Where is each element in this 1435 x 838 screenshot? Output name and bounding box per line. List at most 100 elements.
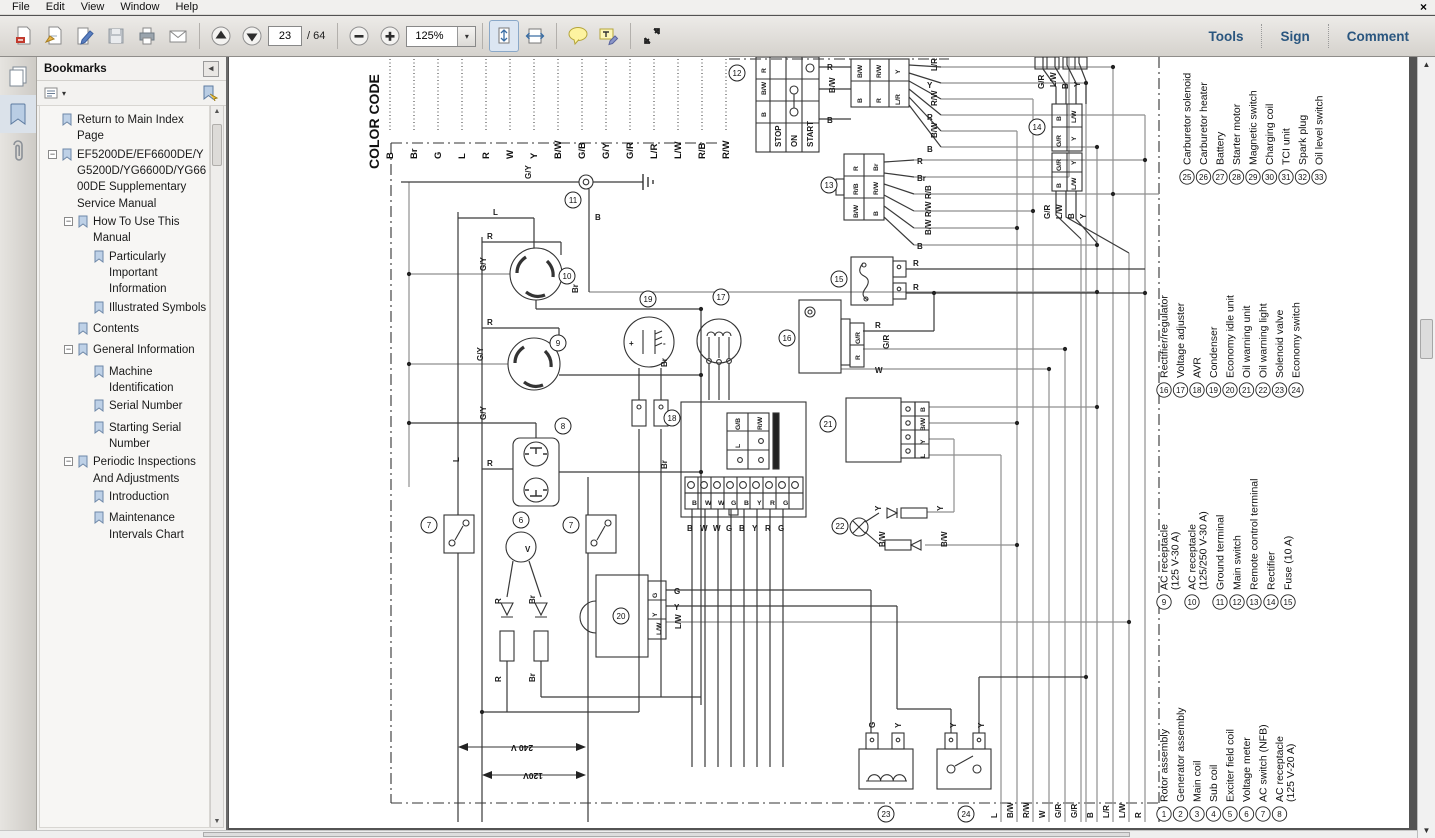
svg-text:B: B bbox=[687, 524, 693, 533]
svg-text:R/W: R/W bbox=[873, 181, 880, 195]
bookmark-options-button[interactable]: ▾ bbox=[44, 86, 66, 100]
bookmark-item[interactable]: − EF5200DE/EF6600DE/YG5200D/YG6600D/YG660… bbox=[40, 147, 209, 212]
bookmark-tree-scrollbar[interactable]: ▲ ▼ bbox=[210, 105, 224, 828]
bookmark-icon bbox=[61, 113, 73, 131]
bookmark-item[interactable]: Maintenance Intervals Chart bbox=[40, 510, 209, 543]
document-area: COLOR CODE B Br G L R W Y B/W G/B G/Y G/R L/R L/W R/B R… bbox=[229, 57, 1417, 830]
svg-text:R/B: R/B bbox=[924, 185, 933, 199]
svg-text:R/B: R/B bbox=[853, 183, 860, 195]
fullscreen-button[interactable] bbox=[637, 20, 667, 52]
expander-icon[interactable]: − bbox=[64, 457, 73, 467]
bookmark-item[interactable]: − How To Use This Manual bbox=[40, 214, 209, 247]
menu-view[interactable]: View bbox=[73, 1, 113, 13]
svg-text:Fuse (10 A): Fuse (10 A) bbox=[1283, 536, 1295, 590]
scrollbar-thumb[interactable] bbox=[1420, 319, 1433, 359]
svg-text:240 V: 240 V bbox=[511, 743, 534, 753]
svg-text:6: 6 bbox=[1244, 810, 1249, 819]
bookmark-label: Introduction bbox=[109, 490, 170, 503]
comment-button[interactable]: Comment bbox=[1327, 24, 1427, 48]
text-annotation-button[interactable] bbox=[594, 20, 624, 52]
save-button[interactable] bbox=[101, 20, 131, 52]
svg-text:Oil level switch: Oil level switch bbox=[1314, 95, 1326, 165]
zoom-level-control[interactable]: 125% ▾ bbox=[406, 25, 477, 47]
sign-button[interactable]: Sign bbox=[1261, 24, 1327, 48]
svg-text:Y: Y bbox=[1073, 81, 1082, 87]
bookmark-item[interactable]: Starting Serial Number bbox=[40, 420, 209, 453]
svg-text:Voltage meter: Voltage meter bbox=[1241, 737, 1253, 802]
svg-text:7: 7 bbox=[427, 521, 432, 530]
menu-file[interactable]: File bbox=[4, 1, 38, 13]
svg-text:R: R bbox=[494, 676, 503, 682]
previous-page-button[interactable] bbox=[206, 20, 236, 52]
svg-text:B: B bbox=[1086, 812, 1095, 818]
svg-text:G/R: G/R bbox=[1056, 159, 1063, 171]
svg-text:30: 30 bbox=[1265, 173, 1274, 182]
scroll-up-icon[interactable]: ▲ bbox=[1418, 57, 1435, 72]
menu-window[interactable]: Window bbox=[112, 1, 167, 13]
close-icon[interactable]: × bbox=[1420, 1, 1427, 13]
bookmark-item[interactable]: Contents bbox=[40, 321, 209, 340]
bookmark-icon bbox=[77, 322, 89, 340]
create-pdf-button[interactable] bbox=[8, 20, 38, 52]
bookmark-item[interactable]: Machine Identification bbox=[40, 364, 209, 397]
bookmarks-panel-button[interactable] bbox=[0, 95, 36, 133]
svg-text:G/R: G/R bbox=[1043, 205, 1052, 219]
vertical-scrollbar[interactable]: ▲ ▼ bbox=[1417, 57, 1435, 838]
bookmark-item[interactable]: − General Information bbox=[40, 342, 209, 361]
zoom-out-button[interactable] bbox=[344, 20, 374, 52]
bookmark-item[interactable]: Return to Main Index Page bbox=[40, 112, 209, 145]
bookmark-item[interactable]: Illustrated Symbols bbox=[40, 300, 209, 319]
page-thumbnails-button[interactable] bbox=[0, 57, 36, 95]
open-file-button[interactable] bbox=[39, 20, 69, 52]
svg-text:R/W: R/W bbox=[721, 141, 732, 160]
sign-pen-button[interactable] bbox=[70, 20, 100, 52]
svg-text:Carburetor heater: Carburetor heater bbox=[1198, 82, 1210, 165]
svg-text:12: 12 bbox=[1233, 598, 1242, 607]
svg-text:13: 13 bbox=[1250, 598, 1259, 607]
bookmark-item[interactable]: Introduction bbox=[40, 489, 209, 508]
expander-icon[interactable]: − bbox=[64, 345, 73, 355]
scrollbar-thumb[interactable] bbox=[203, 832, 1130, 837]
bookmark-label: How To Use This Manual bbox=[93, 215, 180, 245]
svg-text:G/R: G/R bbox=[1054, 804, 1063, 818]
tools-button[interactable]: Tools bbox=[1190, 24, 1261, 48]
menubar-items: File Edit View Window Help bbox=[4, 1, 206, 13]
svg-text:Y: Y bbox=[529, 152, 540, 159]
bookmark-item[interactable]: Serial Number bbox=[40, 398, 209, 417]
svg-text:8: 8 bbox=[1277, 810, 1282, 819]
collapse-panel-icon[interactable]: ◂ bbox=[203, 60, 219, 77]
fit-width-button[interactable] bbox=[520, 20, 550, 52]
bookmark-label: Serial Number bbox=[109, 400, 183, 413]
horizontal-scrollbar[interactable] bbox=[0, 830, 1417, 838]
bookmark-item[interactable]: − Periodic Inspections And Adjustments bbox=[40, 454, 209, 487]
svg-text:L/W: L/W bbox=[1071, 177, 1078, 190]
email-button[interactable] bbox=[163, 20, 193, 52]
svg-text:9: 9 bbox=[556, 339, 561, 348]
next-page-button[interactable] bbox=[237, 20, 267, 52]
svg-text:R: R bbox=[487, 459, 493, 468]
scrollbar-thumb[interactable] bbox=[212, 124, 222, 166]
scrolling-mode-button[interactable] bbox=[489, 20, 520, 52]
page-number-input[interactable] bbox=[268, 26, 302, 46]
zoom-dropdown-arrow[interactable]: ▾ bbox=[457, 26, 476, 46]
svg-text:L/R: L/R bbox=[649, 144, 660, 159]
svg-text:R/W: R/W bbox=[876, 64, 883, 78]
attachments-button[interactable] bbox=[0, 133, 36, 171]
menu-help[interactable]: Help bbox=[167, 1, 206, 13]
expander-icon[interactable]: − bbox=[48, 149, 57, 159]
comment-bubble-button[interactable] bbox=[563, 20, 593, 52]
svg-text:COLOR CODE: COLOR CODE bbox=[366, 74, 382, 169]
bookmark-item[interactable]: Particularly Important Information bbox=[40, 249, 209, 298]
zoom-in-button[interactable] bbox=[375, 20, 405, 52]
scroll-down-icon[interactable]: ▼ bbox=[212, 818, 222, 825]
expand-current-bookmark-button[interactable] bbox=[201, 85, 219, 101]
svg-text:21: 21 bbox=[824, 420, 833, 429]
bookmark-label: Starting Serial Number bbox=[109, 421, 182, 450]
menu-edit[interactable]: Edit bbox=[38, 1, 73, 13]
expander-icon[interactable]: − bbox=[64, 216, 73, 226]
svg-text:B/W: B/W bbox=[553, 141, 564, 160]
print-button[interactable] bbox=[132, 20, 162, 52]
scroll-down-icon[interactable]: ▼ bbox=[1418, 823, 1435, 838]
scroll-up-icon[interactable]: ▲ bbox=[211, 106, 223, 117]
svg-text:B: B bbox=[739, 524, 745, 533]
